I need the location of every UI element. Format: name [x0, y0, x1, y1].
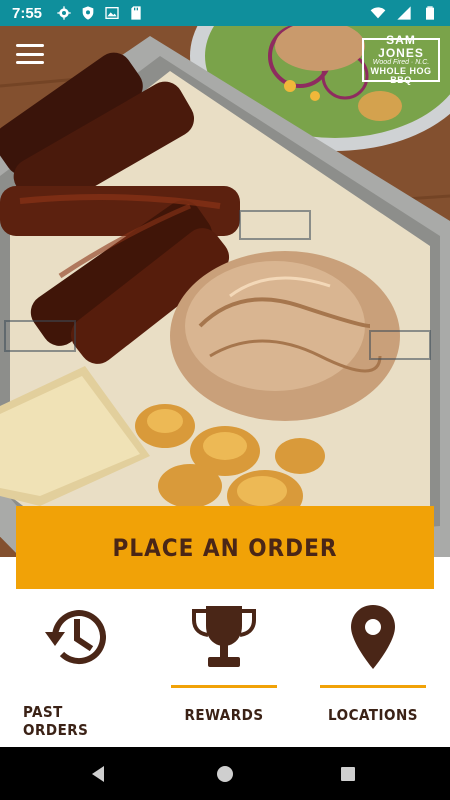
locations-button[interactable]: LOCATIONS	[320, 600, 426, 735]
location-pin-icon	[338, 602, 408, 672]
history-icon	[41, 602, 111, 672]
recents-icon	[341, 766, 355, 781]
settings-icon	[56, 5, 72, 21]
rewards-label: REWARDS	[184, 706, 264, 724]
past-orders-label: PAST ORDERS	[23, 703, 89, 739]
recents-button[interactable]	[318, 747, 378, 800]
rewards-button[interactable]: REWARDS	[171, 600, 277, 735]
past-orders-button[interactable]: PAST ORDERS	[23, 600, 129, 739]
logo-line-1: SAM JONES	[378, 33, 424, 60]
status-bar: 7:55	[0, 0, 450, 26]
sd-card-icon	[128, 5, 144, 21]
image-icon	[104, 5, 120, 21]
locations-underline	[320, 685, 426, 688]
hamburger-icon	[16, 44, 44, 47]
brand-logo: SAM JONES Wood Fired · N.C. WHOLE HOG BB…	[362, 34, 440, 85]
home-button[interactable]	[195, 747, 255, 800]
trophy-icon	[189, 602, 259, 672]
signal-icon	[396, 5, 412, 21]
logo-line-3: WHOLE HOG BBQ	[370, 65, 432, 86]
home-icon	[217, 765, 233, 782]
wifi-icon	[370, 5, 386, 21]
system-nav-bar	[0, 747, 450, 800]
back-button[interactable]	[68, 747, 128, 800]
shield-icon	[80, 5, 96, 21]
hero-image	[0, 26, 450, 557]
locations-label: LOCATIONS	[328, 706, 418, 724]
menu-button[interactable]	[16, 44, 44, 64]
bbq-platter-illustration	[0, 26, 450, 557]
battery-icon	[422, 5, 438, 21]
place-order-button[interactable]: PLACE AN ORDER	[16, 506, 434, 589]
status-time: 7:55	[12, 4, 43, 22]
back-icon	[92, 765, 104, 782]
rewards-underline	[171, 685, 277, 688]
